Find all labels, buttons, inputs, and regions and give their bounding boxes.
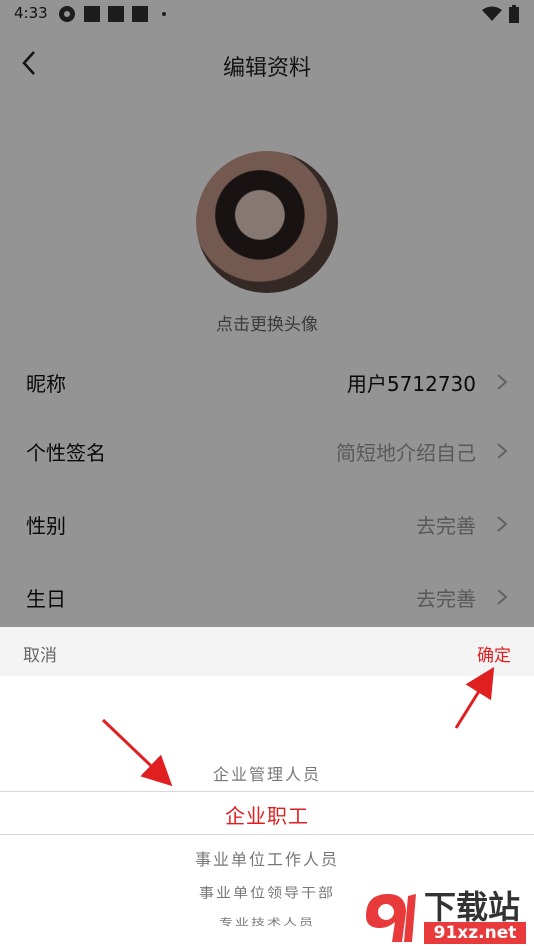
selection-divider	[0, 834, 534, 835]
picker-toolbar: 取消 确定	[0, 627, 534, 676]
selection-divider	[0, 791, 534, 792]
site-watermark: 下载站 91xz.net	[358, 882, 528, 948]
watermark-logo-icon	[366, 894, 416, 942]
cancel-button[interactable]: 取消	[23, 641, 57, 666]
picker-option[interactable]: 事业单位工作人员	[0, 846, 534, 870]
watermark-domain: 91xz.net	[424, 922, 526, 944]
picker-option[interactable]: 企业管理人员	[0, 761, 534, 785]
dim-overlay[interactable]	[0, 0, 534, 627]
confirm-button[interactable]: 确定	[477, 641, 511, 666]
picker-option-selected[interactable]: 企业职工	[0, 800, 534, 829]
occupation-picker: 取消 确定 企业管理人员 企业职工 事业单位工作人员 事业单位领导干部 专业技术…	[0, 627, 534, 950]
